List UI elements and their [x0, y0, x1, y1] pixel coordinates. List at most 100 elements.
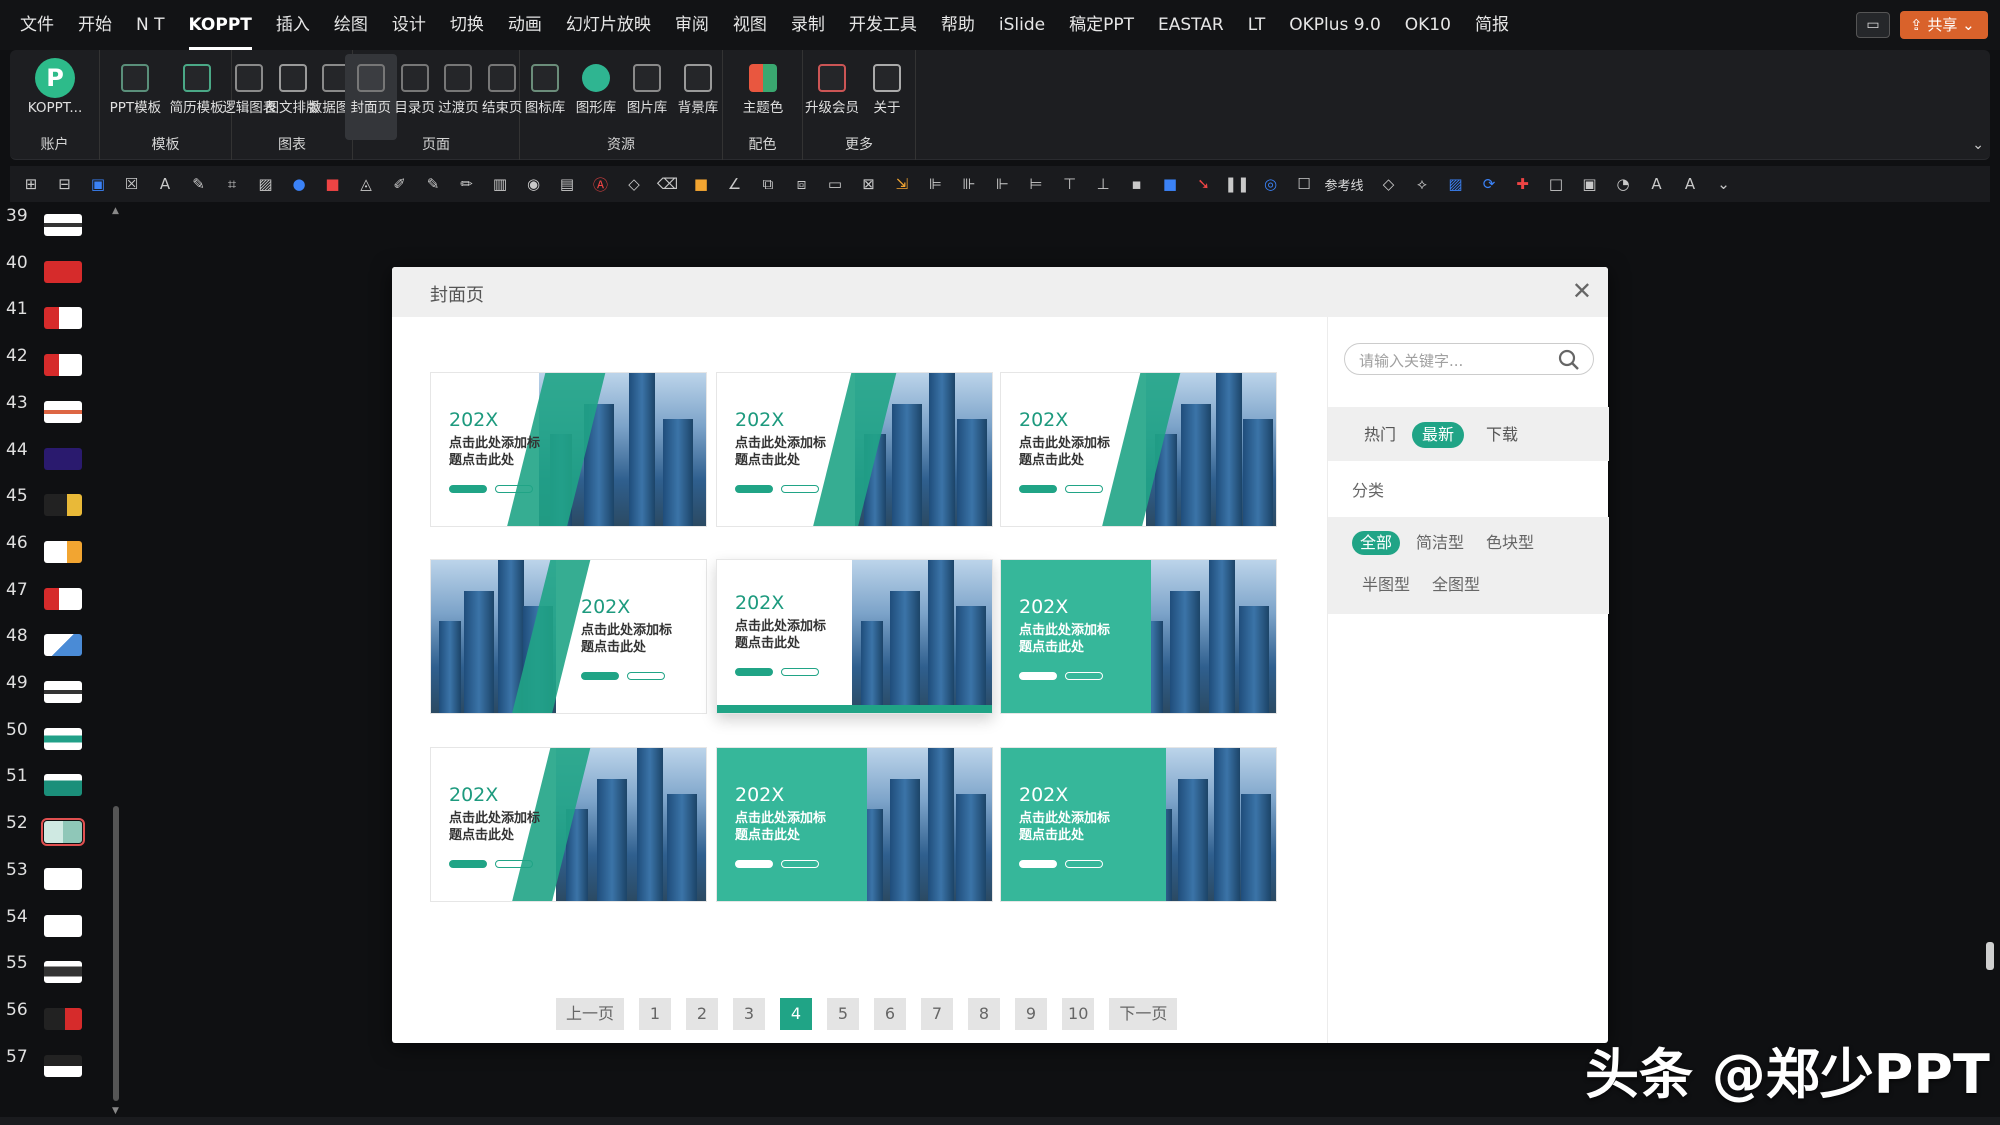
menu-item-13[interactable]: 开发工具 [849, 0, 917, 50]
align-left-icon[interactable]: ⊫ [923, 173, 949, 195]
shapes-icon[interactable]: ◇ [621, 173, 647, 195]
slide-thumbnail-49[interactable]: 49 [0, 673, 100, 709]
slide-preview[interactable] [41, 818, 85, 847]
menu-item-17[interactable]: EASTAR [1158, 0, 1224, 50]
ribbon-button-theme-color[interactable]: 主题色 [737, 54, 789, 140]
eraser-icon[interactable]: ⌫ [655, 173, 681, 195]
menu-item-15[interactable]: iSlide [999, 0, 1045, 50]
pager-page-button[interactable]: 3 [733, 998, 766, 1030]
menu-item-9[interactable]: 幻灯片放映 [566, 0, 651, 50]
pen-icon[interactable]: ✐ [387, 173, 413, 195]
template-card[interactable]: 202X 点击此处添加标 题点击此处 [716, 559, 993, 714]
align-icon[interactable]: ⊞ [18, 173, 44, 195]
template-card[interactable]: 202X 点击此处添加标 题点击此处 [430, 747, 707, 902]
category-1[interactable]: 简洁型 [1408, 531, 1472, 555]
align-middle-icon[interactable]: ⊨ [1023, 173, 1049, 195]
arrow-box-icon[interactable]: ⇲ [889, 173, 915, 195]
crop-icon[interactable]: ⌗ [219, 173, 245, 195]
brush-icon[interactable]: ✎ [186, 173, 212, 195]
ribbon-button-info[interactable]: 关于 [861, 54, 913, 140]
slide-thumbnail-52[interactable]: 52 [0, 813, 100, 849]
slide-preview[interactable] [44, 494, 82, 517]
menu-item-7[interactable]: 切换 [450, 0, 484, 50]
shape-fill-icon[interactable]: ◇ [1376, 173, 1402, 195]
slide-preview[interactable] [44, 214, 82, 236]
table-icon[interactable]: ▤ [554, 173, 580, 195]
template-card[interactable]: 202X 点击此处添加标 题点击此处 [1000, 747, 1277, 902]
slide-thumbnail-53[interactable]: 53 [0, 860, 100, 896]
pager-page-button[interactable]: 5 [827, 998, 860, 1030]
pager-page-button[interactable]: 8 [968, 998, 1001, 1030]
comment-button[interactable]: ▭ [1856, 12, 1890, 38]
pager-page-button[interactable]: 2 [686, 998, 719, 1030]
category-4[interactable]: 全图型 [1424, 573, 1488, 597]
pager-page-button[interactable]: 4 [780, 998, 813, 1030]
menu-item-11[interactable]: 视图 [733, 0, 767, 50]
quote-icon[interactable]: ❚❚ [1224, 173, 1250, 195]
crosshair-icon[interactable]: ✚ [1510, 173, 1536, 195]
slide-preview[interactable] [44, 260, 82, 283]
slide-preview[interactable] [44, 727, 82, 750]
menu-item-3[interactable]: KOPPT [188, 3, 252, 50]
slide-preview[interactable] [44, 540, 82, 563]
slide-thumbnail-56[interactable]: 56 [0, 1000, 100, 1036]
rotate-icon[interactable]: ⟳ [1476, 173, 1502, 195]
distribute-icon[interactable]: ⊟ [52, 173, 78, 195]
share-button[interactable]: ⇪ 共享 ⌄ [1900, 11, 1988, 39]
align-bottom-icon[interactable]: ⊥ [1090, 173, 1116, 195]
slide-thumbnail-54[interactable]: 54 [0, 907, 100, 943]
slide-thumbnail-43[interactable]: 43 [0, 393, 100, 429]
fill-color-icon[interactable]: ■ [320, 173, 346, 195]
menu-item-5[interactable]: 绘图 [334, 0, 368, 50]
menu-item-2[interactable]: N T [136, 0, 165, 50]
ribbon-button-ppt-template[interactable]: PPT模板 [109, 54, 161, 140]
scroll-up-icon[interactable]: ▲ [112, 206, 120, 216]
shape-icon[interactable]: ◉ [521, 173, 547, 195]
pager-page-button[interactable]: 10 [1062, 998, 1095, 1030]
pager-page-button[interactable]: 9 [1015, 998, 1048, 1030]
menu-item-1[interactable]: 开始 [78, 0, 112, 50]
slide-preview[interactable] [44, 1007, 82, 1030]
slide-preview[interactable] [44, 914, 82, 937]
ribbon-collapse-icon[interactable]: ⌄ [1972, 137, 1984, 153]
slide-thumbnail-50[interactable]: 50 [0, 720, 100, 756]
align-right-icon[interactable]: ⊪ [956, 173, 982, 195]
x-box-icon[interactable]: ⊠ [856, 173, 882, 195]
template-card[interactable]: 202X 点击此处添加标 题点击此处 [430, 559, 707, 714]
template-card[interactable]: 202X 点击此处添加标 题点击此处 [430, 372, 707, 527]
fill-orange-icon[interactable]: ■ [688, 173, 714, 195]
arrow-red-icon[interactable]: ➘ [1191, 173, 1217, 195]
menu-item-16[interactable]: 稿定PPT [1069, 0, 1134, 50]
menu-item-6[interactable]: 设计 [392, 0, 426, 50]
slide-preview[interactable] [44, 587, 82, 610]
tab-1[interactable]: 最新 [1412, 422, 1465, 448]
pager-page-button[interactable]: 7 [921, 998, 954, 1030]
slide-thumbnail-47[interactable]: 47 [0, 580, 100, 616]
menu-item-21[interactable]: 简报 [1475, 0, 1509, 50]
group-icon[interactable]: ⧈ [789, 173, 815, 195]
picture-icon[interactable]: ▨ [1443, 173, 1469, 195]
search-input[interactable]: 请输入关键字... [1344, 343, 1594, 375]
slide-thumbnail-48[interactable]: 48 [0, 626, 100, 662]
clear-format-icon[interactable]: ☒ [119, 173, 145, 195]
image-tool-icon[interactable]: ▨ [253, 173, 279, 195]
guide-checkbox[interactable]: ☐ [1291, 173, 1317, 195]
font-color-icon[interactable]: A [152, 173, 178, 195]
slide-thumbnail-40[interactable]: 40 [0, 253, 100, 289]
size-icon[interactable]: ▪ [1124, 173, 1150, 195]
magic-icon[interactable]: ⟡ [1409, 173, 1435, 195]
menu-item-20[interactable]: OK10 [1405, 0, 1451, 50]
menu-item-8[interactable]: 动画 [508, 0, 542, 50]
font-up-icon[interactable]: A [1644, 173, 1670, 195]
slide-preview[interactable] [44, 634, 82, 657]
slide-preview[interactable] [44, 1054, 82, 1077]
template-card[interactable]: 202X 点击此处添加标 题点击此处 [1000, 559, 1277, 714]
pager-next-button[interactable]: 下一页 [1109, 998, 1178, 1030]
copy-icon[interactable]: ⧉ [755, 173, 781, 195]
tab-0[interactable]: 热门 [1354, 422, 1406, 448]
ribbon-button-background-library[interactable]: 背景库 [672, 54, 724, 140]
menu-item-18[interactable]: LT [1248, 0, 1266, 50]
line-icon[interactable]: ∠ [722, 173, 748, 195]
slide-preview[interactable] [44, 774, 82, 797]
text-a-icon[interactable]: Ⓐ [588, 173, 614, 195]
